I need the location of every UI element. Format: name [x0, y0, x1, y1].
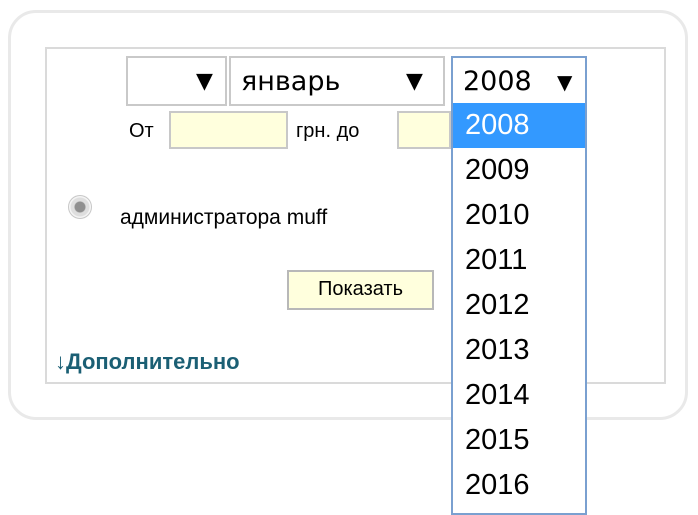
author-radio-label: администратора muff: [120, 206, 328, 229]
price-from-label: От: [129, 120, 154, 142]
month-select[interactable]: январь ▼: [229, 56, 445, 106]
year-option[interactable]: 2012: [453, 283, 585, 328]
year-option[interactable]: 2015: [453, 418, 585, 463]
year-option[interactable]: 2016: [453, 463, 585, 508]
more-options-link[interactable]: ↓Дополнительно: [55, 347, 240, 377]
year-option[interactable]: 2014: [453, 373, 585, 418]
author-radio[interactable]: [68, 195, 92, 219]
year-option[interactable]: 2008: [453, 103, 585, 148]
chevron-down-icon: ▼: [406, 69, 423, 94]
month-select-value: январь: [241, 66, 341, 97]
day-select[interactable]: ▼: [126, 56, 227, 106]
show-button[interactable]: Показать: [287, 270, 434, 310]
year-option[interactable]: 2013: [453, 328, 585, 373]
chevron-down-icon: ▼: [196, 69, 213, 94]
year-option[interactable]: 2010: [453, 193, 585, 238]
chevron-down-icon: ▼: [557, 70, 573, 94]
year-dropdown-list[interactable]: 2008 2009 2010 2011 2012 2013 2014 2015 2016: [451, 103, 587, 515]
price-from-input[interactable]: [169, 111, 288, 149]
year-option[interactable]: 2011: [453, 238, 585, 283]
price-to-input[interactable]: [397, 111, 451, 149]
year-option[interactable]: 2009: [453, 148, 585, 193]
year-select[interactable]: 2008 ▼: [451, 56, 587, 106]
price-to-label: грн. до: [296, 120, 360, 142]
year-select-value: 2008: [463, 66, 532, 97]
